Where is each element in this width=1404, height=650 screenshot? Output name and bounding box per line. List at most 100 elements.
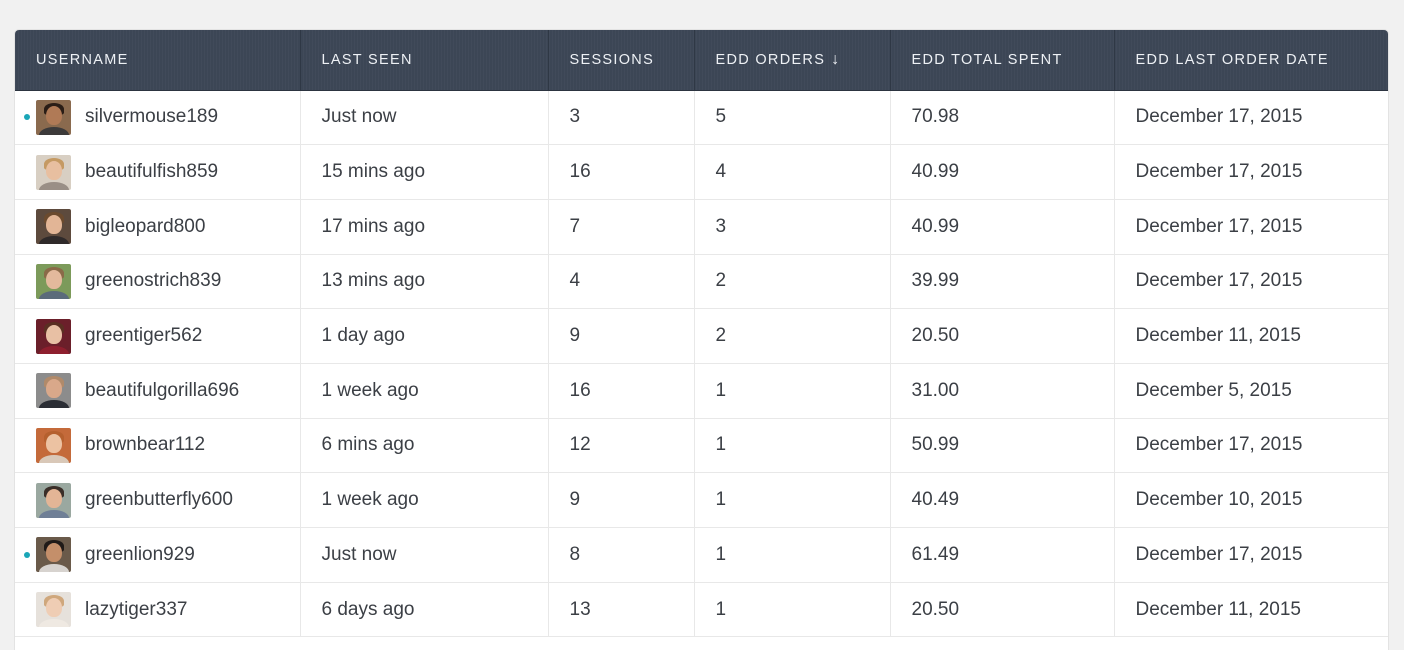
username-link[interactable]: beautifulfish859 [85, 161, 218, 183]
username-link[interactable]: silvermouse189 [85, 106, 218, 128]
username-wrapper: silvermouse189 [36, 99, 300, 135]
username-wrapper: beautifulfish859 [36, 154, 300, 190]
edd-orders-cell: 1 [694, 527, 891, 583]
edd-last-order-date-cell: December 10, 2015 [1114, 472, 1388, 528]
avatar[interactable] [36, 318, 71, 354]
avatar[interactable] [36, 427, 71, 463]
online-status-icon [24, 114, 30, 121]
edd-total-spent-cell: 39.99 [890, 254, 1115, 310]
avatar-head [45, 324, 62, 344]
table-row[interactable]: silvermouse189 Just now 3 5 70.98 Decemb… [15, 90, 1388, 146]
username-cell: bigleopard800 [15, 199, 301, 255]
edd-last-order-date-cell: December 17, 2015 [1114, 527, 1388, 583]
avatar-head [45, 105, 62, 125]
online-status-icon [24, 551, 30, 558]
username-link[interactable]: greenbutterfly600 [85, 489, 233, 511]
avatar-body [38, 564, 69, 573]
avatar-body [38, 509, 69, 518]
sessions-cell: 9 [548, 308, 695, 364]
avatar[interactable] [36, 263, 71, 299]
last-seen-cell: 6 days ago [300, 582, 549, 638]
username-wrapper: lazytiger337 [36, 592, 300, 628]
username-wrapper: greenbutterfly600 [36, 482, 300, 518]
sessions-cell: 9 [548, 472, 695, 528]
avatar-body [38, 126, 69, 135]
edd-orders-cell: 1 [694, 582, 891, 638]
username-wrapper: brownbear112 [36, 427, 300, 463]
avatar[interactable] [36, 482, 71, 518]
edd-last-order-date-cell: December 17, 2015 [1114, 199, 1388, 255]
avatar-head [45, 433, 62, 453]
avatar-head [45, 269, 62, 289]
edd-last-order-date-cell: December 17, 2015 [1114, 418, 1388, 474]
edd-orders-cell: 2 [694, 308, 891, 364]
table-row[interactable]: greentiger562 1 day ago 9 2 20.50 Decemb… [15, 308, 1388, 364]
last-seen-cell: Just now [300, 527, 549, 583]
username-wrapper: greentiger562 [36, 318, 300, 354]
table-row[interactable]: greenlion929 Just now 8 1 61.49 December… [15, 527, 1388, 583]
username-wrapper: greenlion929 [36, 537, 300, 573]
last-seen-cell: 6 mins ago [300, 418, 549, 474]
avatar[interactable] [36, 154, 71, 190]
username-link[interactable]: greentiger562 [85, 325, 202, 347]
edd-last-order-date-cell: December 17, 2015 [1114, 254, 1388, 310]
avatar[interactable] [36, 99, 71, 135]
username-link[interactable]: beautifulgorilla696 [85, 380, 239, 402]
column-header-edd-last-order-date[interactable]: EDD LAST ORDER DATE [1114, 30, 1388, 91]
username-cell: brownbear112 [15, 418, 301, 474]
username-link[interactable]: brownbear112 [85, 434, 205, 456]
username-cell: beautifulfish859 [15, 144, 301, 200]
avatar-body [38, 236, 69, 245]
table-row[interactable]: beautifulfish859 15 mins ago 16 4 40.99 … [15, 144, 1388, 200]
edd-total-spent-cell: 50.99 [890, 418, 1115, 474]
last-seen-cell: 15 mins ago [300, 144, 549, 200]
edd-orders-cell: 5 [694, 90, 891, 146]
avatar-head [45, 488, 62, 508]
edd-last-order-date-cell: December 11, 2015 [1114, 582, 1388, 638]
avatar[interactable] [36, 209, 71, 245]
edd-total-spent-cell: 31.00 [890, 363, 1115, 419]
column-header-sessions[interactable]: SESSIONS [548, 30, 695, 91]
table-row[interactable]: greenostrich839 13 mins ago 4 2 39.99 De… [15, 254, 1388, 310]
username-wrapper: bigleopard800 [36, 209, 300, 245]
edd-total-spent-cell: 20.50 [890, 582, 1115, 638]
column-header-edd-total-spent[interactable]: EDD TOTAL SPENT [890, 30, 1115, 91]
avatar[interactable] [36, 592, 71, 628]
username-link[interactable]: bigleopard800 [85, 216, 205, 238]
table-row[interactable]: greenbutterfly600 1 week ago 9 1 40.49 D… [15, 472, 1388, 528]
edd-orders-cell: 1 [694, 472, 891, 528]
username-link[interactable]: lazytiger337 [85, 599, 187, 621]
users-table-container: USERNAME LAST SEEN SESSIONS EDD ORDERS ↓ … [15, 30, 1388, 650]
username-link[interactable]: greenostrich839 [85, 270, 221, 292]
username-cell: greenostrich839 [15, 254, 301, 310]
edd-last-order-date-cell: December 17, 2015 [1114, 144, 1388, 200]
users-table: USERNAME LAST SEEN SESSIONS EDD ORDERS ↓ … [15, 30, 1388, 638]
username-wrapper: beautifulgorilla696 [36, 373, 300, 409]
sessions-cell: 3 [548, 90, 695, 146]
avatar[interactable] [36, 373, 71, 409]
avatar-head [45, 215, 62, 235]
username-wrapper: greenostrich839 [36, 263, 300, 299]
last-seen-cell: 1 day ago [300, 308, 549, 364]
last-seen-cell: 13 mins ago [300, 254, 549, 310]
column-header-edd-orders[interactable]: EDD ORDERS ↓ [694, 30, 891, 91]
edd-orders-cell: 4 [694, 144, 891, 200]
table-row[interactable]: lazytiger337 6 days ago 13 1 20.50 Decem… [15, 582, 1388, 638]
sessions-cell: 12 [548, 418, 695, 474]
last-seen-cell: 1 week ago [300, 472, 549, 528]
table-row[interactable]: brownbear112 6 mins ago 12 1 50.99 Decem… [15, 418, 1388, 474]
edd-last-order-date-cell: December 17, 2015 [1114, 90, 1388, 146]
avatar[interactable] [36, 537, 71, 573]
username-cell: greenbutterfly600 [15, 472, 301, 528]
table-row[interactable]: beautifulgorilla696 1 week ago 16 1 31.0… [15, 363, 1388, 419]
column-header-last-seen[interactable]: LAST SEEN [300, 30, 549, 91]
edd-last-order-date-cell: December 11, 2015 [1114, 308, 1388, 364]
table-header-row: USERNAME LAST SEEN SESSIONS EDD ORDERS ↓ … [15, 30, 1388, 91]
sessions-cell: 13 [548, 582, 695, 638]
avatar-head [45, 543, 62, 563]
sort-descending-icon: ↓ [831, 50, 841, 68]
column-header-username[interactable]: USERNAME [15, 30, 301, 91]
username-link[interactable]: greenlion929 [85, 544, 195, 566]
avatar-head [45, 160, 62, 180]
table-row[interactable]: bigleopard800 17 mins ago 7 3 40.99 Dece… [15, 199, 1388, 255]
